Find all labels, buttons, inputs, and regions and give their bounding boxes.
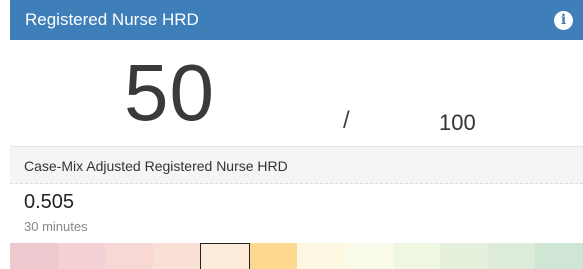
metric-subheader: Case-Mix Adjusted Registered Nurse HRD: [10, 146, 583, 184]
scale-segment: [345, 243, 393, 269]
scale-segment: [57, 243, 106, 269]
rn-hrd-card: Registered Nurse HRD i 50 / 100 Case-Mix…: [0, 0, 583, 269]
scale-segment: [152, 243, 201, 269]
color-scale-bar: [10, 243, 583, 269]
scale-segment-active: [200, 243, 250, 269]
scale-segment: [249, 243, 298, 269]
info-icon[interactable]: i: [554, 11, 573, 30]
scale-segment: [392, 243, 441, 269]
card-header: Registered Nurse HRD i: [10, 0, 583, 40]
scale-segment: [440, 243, 488, 269]
metric-label: Case-Mix Adjusted Registered Nurse HRD: [24, 158, 288, 174]
score-separator: /: [343, 107, 350, 134]
scale-segment: [487, 243, 536, 269]
scale-segment: [535, 243, 583, 269]
score-area: 50 / 100: [10, 40, 583, 146]
scale-segment: [10, 243, 58, 269]
score-value: 50: [124, 48, 215, 137]
score-max: 100: [439, 110, 476, 135]
metric-value: 0.505: [24, 191, 75, 213]
scale-segment: [105, 243, 153, 269]
metric-unit: 30 minutes: [24, 219, 88, 234]
card-title: Registered Nurse HRD: [25, 10, 199, 29]
scale-segment: [297, 243, 346, 269]
